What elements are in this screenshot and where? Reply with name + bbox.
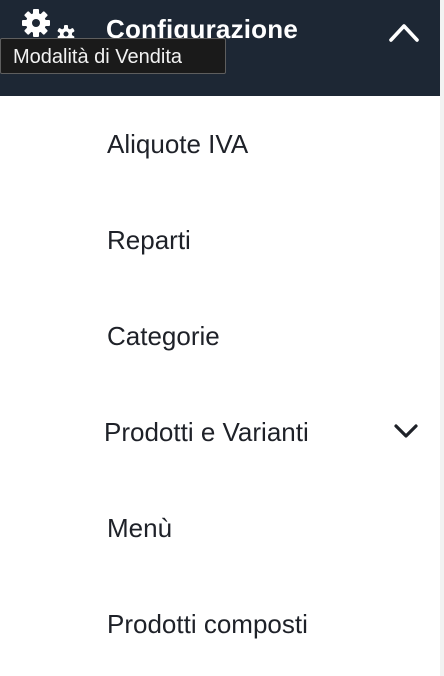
menu-item-prodotti-composti[interactable]: Prodotti composti xyxy=(0,576,440,672)
menu-item-prodotti-e-varianti[interactable]: Prodotti e Varianti xyxy=(0,384,440,480)
sidebar-panel: Configurazione Modalità di Vendita Aliqu… xyxy=(0,0,440,676)
menu-item-label: Categorie xyxy=(107,321,220,351)
menu-item-menu[interactable]: Menù xyxy=(0,480,440,576)
menu-item-label: Prodotti composti xyxy=(107,609,308,639)
menu-item-label: Reparti xyxy=(107,225,191,255)
menu-item-reparti[interactable]: Reparti xyxy=(0,192,440,288)
panel-edge xyxy=(440,0,444,676)
tooltip: Modalità di Vendita xyxy=(0,38,226,74)
menu-item-aliquote-iva[interactable]: Aliquote IVA xyxy=(0,96,440,192)
submenu-list: Aliquote IVA Reparti Categorie Prodotti … xyxy=(0,96,440,672)
chevron-down-icon[interactable] xyxy=(392,421,420,441)
chevron-up-icon[interactable] xyxy=(386,16,422,46)
gear-icon xyxy=(20,8,80,43)
menu-item-categorie[interactable]: Categorie xyxy=(0,288,440,384)
menu-item-label: Prodotti e Varianti xyxy=(104,417,309,447)
menu-item-label: Aliquote IVA xyxy=(107,129,249,159)
menu-item-label: Menù xyxy=(107,513,173,543)
